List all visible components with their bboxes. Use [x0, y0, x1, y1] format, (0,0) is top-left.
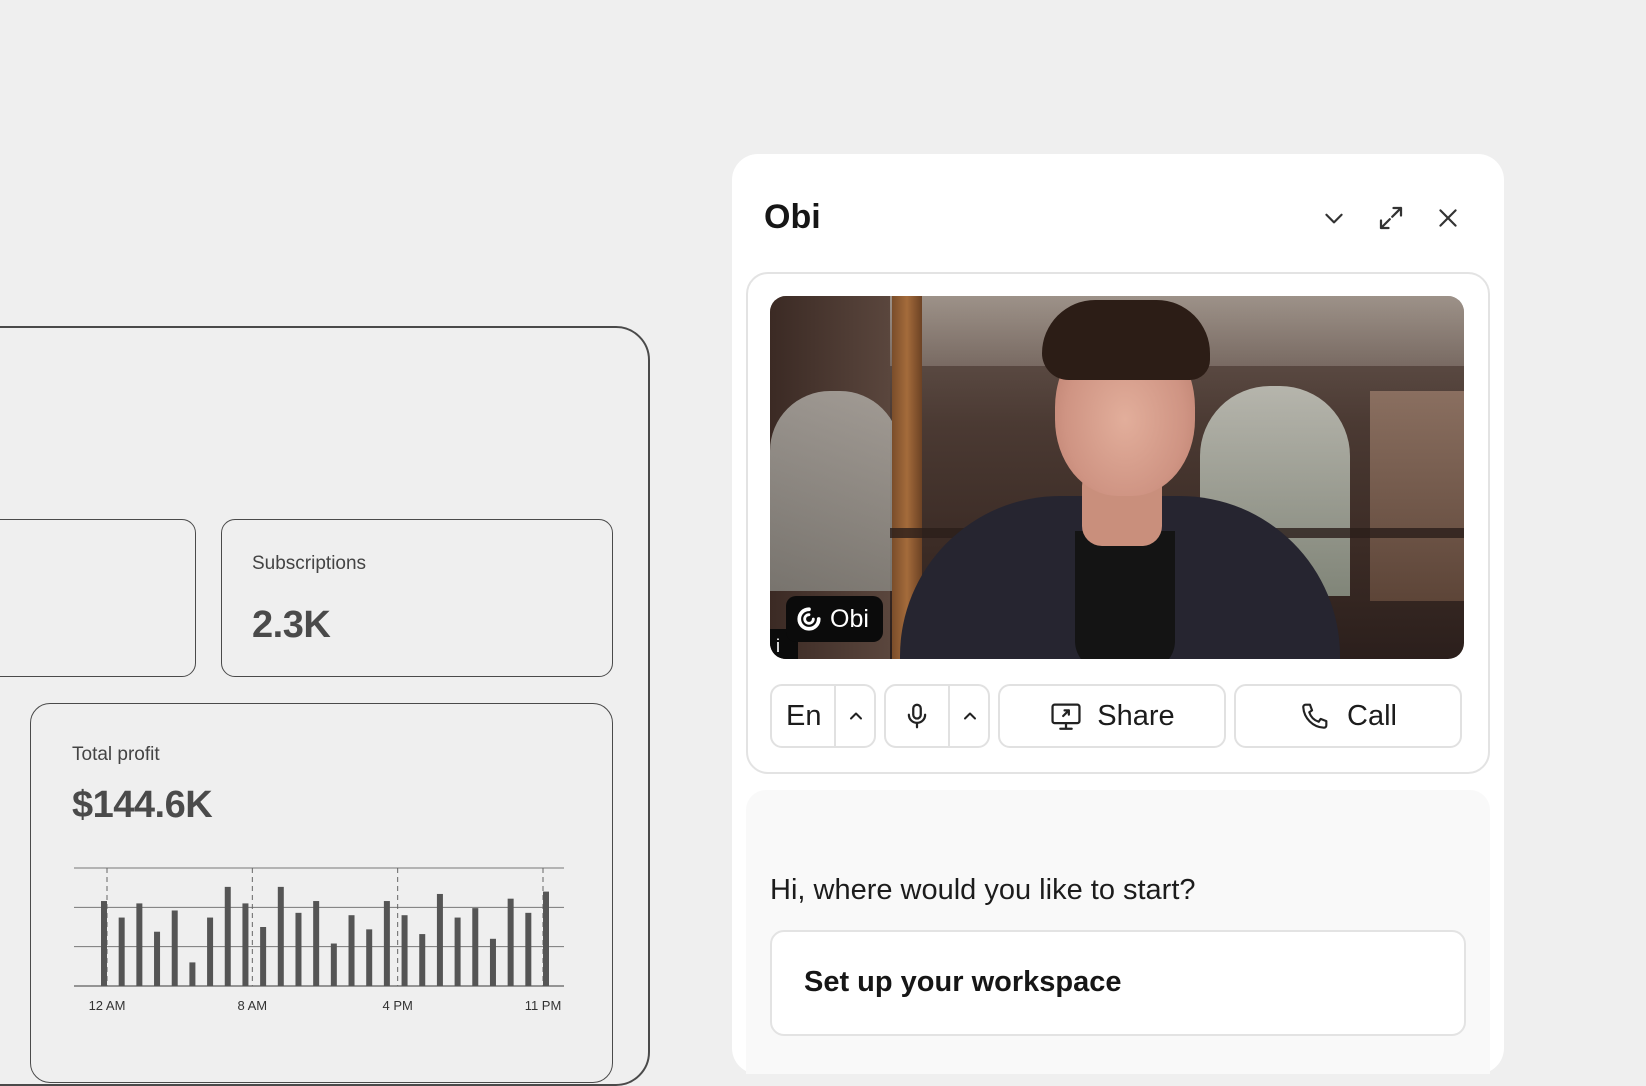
microphone-icon[interactable]	[902, 701, 932, 731]
total-profit-label: Total profit	[72, 744, 160, 765]
chart-bar	[295, 912, 302, 986]
subscriptions-card[interactable]: Subscriptions 2.3K	[221, 519, 613, 677]
chart-bar	[330, 943, 337, 986]
chart-bar	[507, 898, 514, 986]
call-label: Call	[1347, 699, 1397, 732]
avatar-video[interactable]: i Obi	[770, 296, 1464, 659]
chart-bar	[171, 910, 178, 986]
chart-bar	[154, 931, 161, 986]
suggestion-button[interactable]: Set up your workspace	[770, 930, 1466, 1036]
chart-bar	[419, 934, 426, 986]
microphone-control[interactable]	[884, 684, 990, 748]
chat-area: Hi, where would you like to start? Set u…	[746, 790, 1490, 1074]
chart-bar	[366, 929, 373, 986]
chart-bar	[436, 893, 443, 986]
chart-bar	[313, 901, 320, 986]
metric-card-partial	[0, 519, 196, 677]
chart-bar	[118, 917, 125, 986]
expand-icon[interactable]	[1373, 200, 1409, 236]
chart-bar	[348, 915, 355, 986]
video-call-card: i Obi En Share Call	[746, 272, 1490, 774]
chart-tick-label: 8 AM	[238, 998, 268, 1013]
assistant-greeting: Hi, where would you like to start?	[770, 874, 1196, 906]
video-background	[1370, 391, 1464, 601]
video-name-badge: Obi	[786, 596, 883, 642]
subscriptions-value: 2.3K	[252, 604, 331, 646]
screen-share-icon	[1051, 703, 1081, 730]
chart-bar	[136, 903, 143, 986]
language-label: En	[786, 699, 822, 732]
chevron-up-icon[interactable]	[846, 706, 866, 726]
control-divider	[834, 686, 836, 746]
control-divider	[948, 686, 950, 746]
presenter-figure	[1075, 531, 1175, 659]
chart-bar	[383, 901, 390, 986]
chevron-down-icon[interactable]	[1316, 200, 1352, 236]
panel-title: Obi	[764, 198, 821, 236]
subscriptions-label: Subscriptions	[252, 553, 367, 574]
call-button[interactable]: Call	[1234, 684, 1462, 748]
chart-bar	[489, 938, 496, 986]
chart-bar	[260, 927, 267, 986]
chart-bar	[242, 903, 249, 986]
chart-bar	[543, 891, 549, 986]
video-background	[770, 391, 900, 591]
phone-icon	[1302, 703, 1328, 729]
share-label: Share	[1097, 699, 1175, 732]
chart-bar	[207, 917, 214, 986]
chart-bar	[401, 915, 408, 986]
chart-bar	[472, 908, 479, 986]
chart-bar	[525, 912, 532, 986]
chart-bar	[454, 917, 461, 986]
chart-bar	[101, 901, 107, 986]
suggestion-label: Set up your workspace	[804, 966, 1122, 998]
presenter-figure	[1042, 300, 1210, 380]
obi-panel: Obi i Obi En Share Call Hi, where would …	[732, 154, 1504, 1074]
chart-tick-label: 4 PM	[382, 998, 412, 1013]
chart-bar	[277, 886, 284, 986]
chart-bar	[224, 886, 231, 986]
close-icon[interactable]	[1430, 200, 1466, 236]
profit-bar-chart: 12 AM 8 AM 4 PM 11 PM	[74, 867, 564, 1013]
chevron-up-icon[interactable]	[960, 706, 980, 726]
total-profit-value: $144.6K	[72, 784, 213, 826]
chart-tick-label: 11 PM	[525, 998, 562, 1013]
video-badge-label: Obi	[830, 604, 869, 633]
obi-logo-icon	[797, 607, 821, 631]
language-selector[interactable]: En	[770, 684, 876, 748]
chart-tick-label: 12 AM	[89, 998, 126, 1013]
share-button[interactable]: Share	[998, 684, 1226, 748]
chart-bar	[189, 962, 196, 986]
